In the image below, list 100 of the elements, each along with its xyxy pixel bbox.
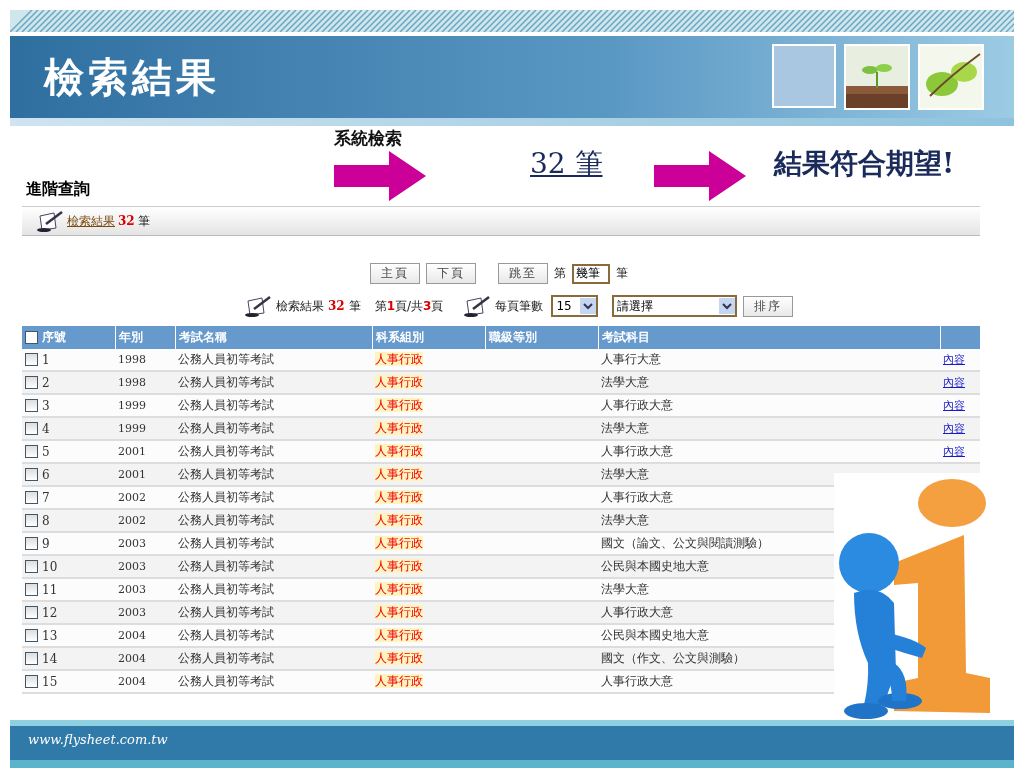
- row-checkbox[interactable]: [25, 491, 38, 505]
- flow-caption: 系統檢索: [334, 126, 403, 150]
- column-header: 年別: [115, 326, 175, 349]
- table-cell: 公務人員初等考試: [175, 417, 372, 440]
- table-cell: 12: [22, 601, 115, 624]
- table-cell: 公務人員初等考試: [175, 532, 372, 555]
- results-link[interactable]: 檢索結果: [67, 212, 115, 230]
- row-checkbox[interactable]: [25, 652, 38, 666]
- count-text: 32: [118, 214, 135, 228]
- table-cell: 6: [22, 463, 115, 486]
- table-cell: 4: [22, 417, 115, 440]
- result-message: 結果符合期望!: [774, 146, 956, 182]
- row-checkbox[interactable]: [25, 376, 38, 390]
- content-link[interactable]: 內容: [943, 422, 965, 435]
- table-cell: 法學大意: [598, 578, 940, 601]
- table-cell: 1999: [115, 394, 175, 417]
- department-tag: 人事行政: [375, 444, 423, 458]
- row-checkbox[interactable]: [25, 675, 38, 689]
- table-cell: 公務人員初等考試: [175, 463, 372, 486]
- table-cell: 2001: [115, 440, 175, 463]
- results-label: 檢索結果: [276, 297, 324, 315]
- table-cell: 2003: [115, 532, 175, 555]
- prefix-text: 第: [554, 265, 566, 282]
- table-cell: 2002: [115, 486, 175, 509]
- content-link[interactable]: 內容: [943, 376, 965, 389]
- section-heading: 進階查詢: [25, 179, 91, 200]
- row-checkbox[interactable]: [25, 445, 38, 459]
- department-tag: 人事行政: [375, 352, 423, 366]
- table-cell: 公民與本國史地大意: [598, 555, 940, 578]
- table-cell: 3: [22, 394, 115, 417]
- column-header: 考試科目: [598, 326, 940, 349]
- unit-text: 筆: [137, 212, 150, 230]
- department-tag: 人事行政: [375, 467, 423, 481]
- department-tag: 人事行政: [375, 582, 423, 596]
- content-link[interactable]: 內容: [943, 399, 965, 412]
- department-tag: 人事行政: [375, 398, 423, 412]
- department-tag: 人事行政: [375, 559, 423, 573]
- row-checkbox[interactable]: [25, 353, 38, 367]
- content-link[interactable]: 內容: [943, 445, 965, 458]
- pen-paper-icon: [36, 210, 64, 232]
- department-tag: 人事行政: [375, 513, 423, 527]
- column-header: 序號: [22, 326, 115, 349]
- row-checkbox[interactable]: [25, 399, 38, 413]
- sort-button[interactable]: 排序: [743, 295, 794, 317]
- table-cell: 7: [22, 486, 115, 509]
- table-cell: 人事行政大意: [598, 486, 940, 509]
- table-cell: 法學大意: [598, 463, 940, 486]
- sort-select[interactable]: 請選擇: [612, 295, 738, 317]
- table-cell: 公務人員初等考試: [175, 624, 372, 647]
- chevron-down-icon: [580, 298, 597, 314]
- table-cell: 5: [22, 440, 115, 463]
- table-cell: 2: [22, 371, 115, 394]
- column-header: 考試名稱: [175, 326, 372, 349]
- department-tag: 人事行政: [375, 536, 423, 550]
- table-cell: 1999: [115, 417, 175, 440]
- row-checkbox[interactable]: [25, 560, 38, 574]
- content-link[interactable]: 內容: [943, 353, 965, 366]
- table-cell: 2002: [115, 509, 175, 532]
- table-cell: 公務人員初等考試: [175, 601, 372, 624]
- row-checkbox[interactable]: [25, 468, 38, 482]
- table-cell: 2004: [115, 670, 175, 693]
- table-cell: 人事行政大意: [598, 601, 940, 624]
- table-cell: 公務人員初等考試: [175, 394, 372, 417]
- department-tag: 人事行政: [375, 375, 423, 389]
- column-header: 職級等別: [485, 326, 598, 349]
- pen-paper-icon: [244, 295, 272, 317]
- table-cell: 1: [22, 349, 115, 371]
- page-button[interactable]: 下頁: [426, 263, 476, 284]
- jump-button[interactable]: 跳至: [498, 263, 548, 284]
- row-checkbox[interactable]: [25, 583, 38, 597]
- per-page-select[interactable]: 15: [551, 295, 599, 317]
- page-button[interactable]: 主頁: [370, 263, 420, 284]
- row-checkbox[interactable]: [25, 537, 38, 551]
- unit-text: 筆: [348, 297, 361, 315]
- table-cell: 公務人員初等考試: [175, 371, 372, 394]
- row-checkbox[interactable]: [25, 606, 38, 620]
- table-cell: 15: [22, 670, 115, 693]
- jump-input[interactable]: 幾筆: [572, 263, 610, 284]
- department-tag: 人事行政: [375, 421, 423, 435]
- row-checkbox[interactable]: [25, 514, 38, 528]
- table-cell: 11: [22, 578, 115, 601]
- select-all-checkbox[interactable]: [25, 331, 38, 344]
- table-cell: 2001: [115, 463, 175, 486]
- table-cell: 法學大意: [598, 371, 940, 394]
- row-checkbox[interactable]: [25, 422, 38, 436]
- table-cell: 2004: [115, 647, 175, 670]
- table-cell: 人事行政大意: [598, 670, 940, 693]
- table-cell: 公務人員初等考試: [175, 486, 372, 509]
- table-cell: 14: [22, 647, 115, 670]
- arrow-icon: [654, 151, 746, 201]
- table-cell: 公務人員初等考試: [175, 670, 372, 693]
- table-cell: 8: [22, 509, 115, 532]
- table-cell: 公務人員初等考試: [175, 440, 372, 463]
- table-cell: 1998: [115, 349, 175, 371]
- table-cell: 2003: [115, 601, 175, 624]
- table-cell: 法學大意: [598, 417, 940, 440]
- department-tag: 人事行政: [375, 651, 423, 665]
- table-cell: 公務人員初等考試: [175, 555, 372, 578]
- chevron-down-icon: [719, 298, 736, 314]
- row-checkbox[interactable]: [25, 629, 38, 643]
